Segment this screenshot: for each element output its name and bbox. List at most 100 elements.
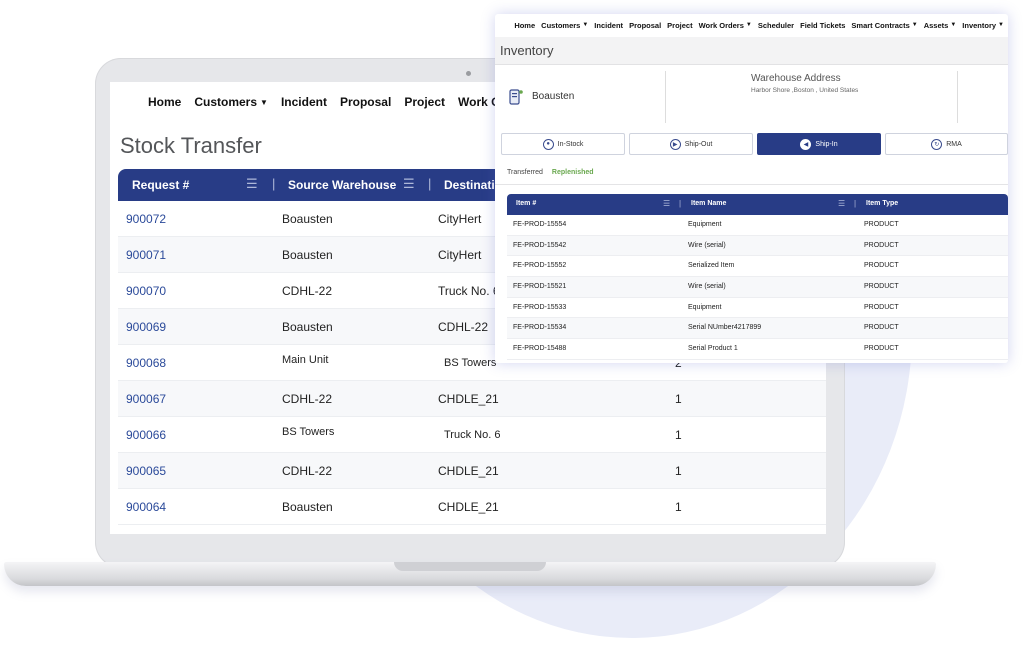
ship-out-button[interactable]: ▶ Ship-Out (629, 133, 753, 155)
destination-cell: Truck No. 6 (438, 284, 500, 298)
table-row[interactable]: 900066 BS Towers Truck No. 6 1 (118, 417, 826, 453)
table-row[interactable]: 900065 CDHL-22 CHDLE_21 1 (118, 453, 826, 489)
qty-cell: 1 (675, 392, 682, 406)
item-type-cell: PRODUCT (864, 241, 899, 249)
request-link[interactable]: 900072 (126, 212, 166, 226)
nav-work-orders[interactable]: Work Orders ▼ (699, 21, 752, 30)
table-row[interactable]: FE-PROD-15554 Equipment PRODUCT (507, 215, 1008, 236)
column-header-destination[interactable]: Destinatio (444, 178, 502, 192)
inventory-table-header: Item # ☰ | Item Name ☰ | Item Type (507, 194, 1008, 215)
nav-project[interactable]: Project (404, 95, 445, 109)
ship-in-button[interactable]: ◀ Ship-In (757, 133, 881, 155)
box-icon: ● (542, 138, 554, 150)
column-header-request[interactable]: Request # (132, 178, 189, 192)
divider (957, 71, 958, 123)
tab-transferred[interactable]: Transferred (507, 169, 543, 176)
column-header-item-number[interactable]: Item # (516, 200, 536, 207)
inventory-action-buttons: ● In-Stock ▶ Ship-Out ◀ Ship-In ↻ RMA (501, 133, 1008, 155)
nav-incident[interactable]: Incident (594, 21, 623, 30)
nav-incident[interactable]: Incident (281, 95, 327, 109)
item-number-cell: FE-PROD-15542 (513, 241, 567, 249)
table-row[interactable]: FE-PROD-15542 Wire (serial) PRODUCT (507, 235, 1008, 257)
item-name-cell: Equipment (688, 221, 722, 228)
column-header-source-warehouse[interactable]: Source Warehouse (288, 178, 396, 192)
tab-replenished[interactable]: Replenished (552, 169, 594, 176)
warehouse-phone-icon (509, 89, 523, 105)
nav-home[interactable]: Home (514, 21, 535, 30)
source-cell: Boausten (282, 212, 333, 226)
column-menu-icon[interactable]: ☰ (663, 199, 670, 208)
inventory-rows: FE-PROD-15554 Equipment PRODUCT FE-PROD-15… (507, 215, 1008, 360)
item-type-cell: PRODUCT (864, 283, 899, 291)
rma-button[interactable]: ↻ RMA (885, 133, 1008, 155)
truck-icon: ◀ (800, 138, 812, 150)
request-link[interactable]: 900064 (126, 500, 166, 514)
nav-project[interactable]: Project (667, 21, 692, 30)
item-name-cell: Serialized Item (688, 262, 735, 270)
nav-assets[interactable]: Assets ▼ (924, 21, 957, 30)
request-link[interactable]: 900069 (126, 320, 166, 334)
request-link[interactable]: 900070 (126, 284, 166, 298)
laptop-camera (466, 71, 471, 76)
nav-inventory[interactable]: Inventory ▼ (962, 21, 1004, 30)
column-separator: | (854, 199, 857, 208)
table-row[interactable]: FE-PROD-15521 Wire (serial) PRODUCT (507, 277, 1008, 298)
nav-proposal[interactable]: Proposal (340, 95, 391, 109)
column-menu-icon[interactable]: ☰ (246, 176, 258, 192)
table-row[interactable]: 900067 CDHL-22 CHDLE_21 1 (118, 381, 826, 417)
source-cell: CDHL-22 (282, 464, 333, 478)
nav-smart-contracts[interactable]: Smart Contracts ▼ (851, 21, 917, 30)
item-name-cell: Equipment (688, 303, 722, 311)
item-type-cell: PRODUCT (864, 324, 899, 332)
table-row[interactable]: FE-PROD-15534 Serial NUmber4217899 PRODUCT (507, 318, 1008, 340)
destination-cell: CityHert (438, 248, 482, 262)
request-link[interactable]: 900066 (126, 428, 166, 442)
column-header-item-name[interactable]: Item Name (691, 200, 726, 207)
column-menu-icon[interactable]: ☰ (838, 199, 845, 208)
item-name-cell: Serial NUmber4217899 (688, 324, 762, 332)
table-row[interactable]: 900064 Boausten CHDLE_21 1 (118, 489, 826, 525)
nav-field-tickets[interactable]: Field Tickets (800, 21, 845, 30)
destination-cell: CHDLE_21 (438, 464, 499, 478)
item-type-cell: PRODUCT (864, 345, 899, 353)
item-number-cell: FE-PROD-15554 (513, 221, 567, 228)
nav-customers[interactable]: Customers ▼ (194, 95, 268, 109)
source-cell: CDHL-22 (282, 392, 333, 406)
page-title: Stock Transfer (120, 133, 262, 158)
table-row[interactable]: FE-PROD-15488 Serial Product 1 PRODUCT (507, 339, 1008, 360)
inventory-tabs: Transferred Replenished (507, 169, 594, 176)
table-row[interactable]: FE-PROD-15552 Serialized Item PRODUCT (507, 256, 1008, 278)
column-header-item-type[interactable]: Item Type (866, 200, 898, 207)
destination-cell: BS Towers (444, 357, 497, 369)
divider (665, 71, 666, 123)
nav-scheduler[interactable]: Scheduler (758, 21, 794, 30)
destination-cell: CityHert (438, 212, 482, 226)
warehouse-address-label: Warehouse Address (751, 73, 841, 84)
request-link[interactable]: 900067 (126, 392, 166, 406)
request-link[interactable]: 900068 (126, 356, 166, 370)
tab-underline (495, 184, 1008, 185)
qty-cell: 1 (675, 464, 682, 478)
request-link[interactable]: 900065 (126, 464, 166, 478)
warehouse-name: Boausten (532, 91, 575, 102)
nav-home[interactable]: Home (148, 95, 181, 109)
laptop-notch (394, 562, 546, 571)
nav-customers[interactable]: Customers ▼ (541, 21, 588, 30)
return-icon: ↻ (931, 138, 943, 150)
column-menu-icon[interactable]: ☰ (403, 176, 415, 192)
chevron-down-icon: ▼ (260, 97, 268, 107)
table-row[interactable]: FE-PROD-15533 Equipment PRODUCT (507, 298, 1008, 319)
qty-cell: 1 (675, 500, 682, 514)
chevron-down-icon: ▼ (998, 22, 1004, 28)
in-stock-button[interactable]: ● In-Stock (501, 133, 625, 155)
item-name-cell: Wire (serial) (688, 283, 726, 291)
column-separator: | (428, 176, 432, 191)
item-number-cell: FE-PROD-15534 (513, 324, 567, 332)
request-link[interactable]: 900071 (126, 248, 166, 262)
item-type-cell: PRODUCT (864, 221, 899, 228)
source-cell: Boausten (282, 320, 333, 334)
nav-proposal[interactable]: Proposal (629, 21, 661, 30)
chevron-down-icon: ▼ (582, 22, 589, 28)
source-cell: Boausten (282, 248, 333, 262)
source-cell: CDHL-22 (282, 284, 333, 298)
